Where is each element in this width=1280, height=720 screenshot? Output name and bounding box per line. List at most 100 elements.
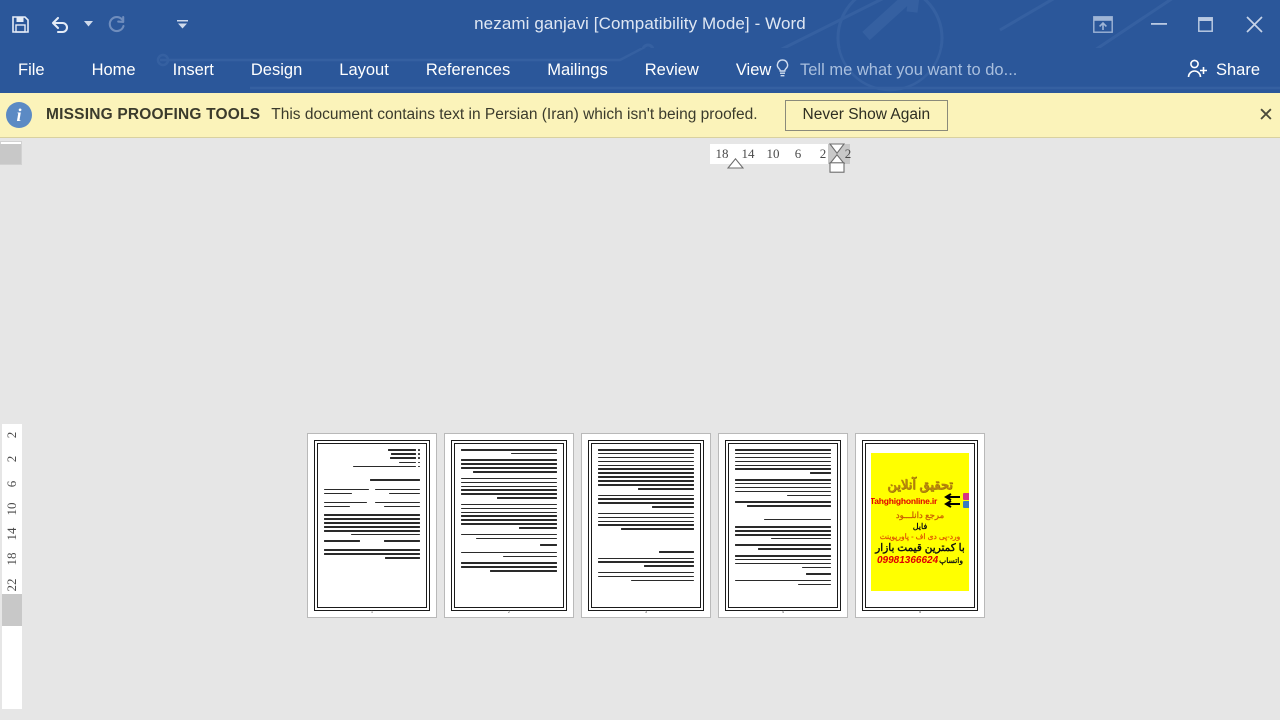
- paragraph: [735, 526, 831, 540]
- verse-block: [324, 540, 420, 544]
- lightbulb-icon: [775, 58, 790, 83]
- page-number: 2: [507, 609, 511, 614]
- page-number: 1: [370, 609, 374, 614]
- social-icon-2: [963, 501, 969, 509]
- notification-title: MISSING PROOFING TOOLS: [46, 106, 261, 123]
- hruler-tick-10: 10: [766, 146, 780, 161]
- list-item: [324, 453, 420, 455]
- tab-insert[interactable]: Insert: [173, 61, 214, 80]
- ribbon-tab-bar: File Home Insert Design Layout Reference…: [0, 48, 1280, 93]
- list-item: [324, 465, 420, 468]
- paragraph: [598, 557, 694, 567]
- list-item: [324, 449, 420, 451]
- arrow-icon: [944, 492, 961, 508]
- advertisement-banner: تحقیق آنلاین Tahghighonline.ir مرجع دانل…: [871, 453, 969, 591]
- paragraph: [598, 571, 694, 582]
- ribbon-tabs: File Home Insert Design Layout Reference…: [18, 48, 808, 93]
- tab-view[interactable]: View: [736, 61, 771, 80]
- paragraph: [598, 494, 694, 508]
- vruler-tick-14: 14: [4, 527, 19, 541]
- share-button[interactable]: Share: [1181, 48, 1266, 93]
- vruler-tick-2a: 2: [4, 431, 19, 439]
- paragraph: [735, 544, 831, 550]
- page-border-inner: [728, 443, 838, 608]
- page-border-inner: [454, 443, 564, 608]
- paragraph: [461, 459, 557, 473]
- page-number: 3: [644, 609, 648, 614]
- page-thumbnail-2[interactable]: 2: [444, 433, 574, 618]
- page-border-inner: تحقیق آنلاین Tahghighonline.ir مرجع دانل…: [865, 443, 975, 608]
- ad-contact: واتساپ 09981366624: [877, 555, 963, 566]
- paragraph: [598, 449, 694, 490]
- vertical-ruler-margin-bottom: [2, 594, 22, 626]
- share-person-icon: [1187, 59, 1208, 83]
- ad-reference: مرجع دانلـــود: [895, 509, 945, 520]
- page-thumbnail-1[interactable]: 1: [307, 433, 437, 618]
- maximize-icon[interactable]: [1182, 0, 1228, 48]
- ribbon-display-options-icon[interactable]: [1070, 0, 1136, 48]
- hruler-tick-6: 6: [794, 146, 802, 161]
- close-icon[interactable]: [1228, 0, 1280, 48]
- page-border-outer: [451, 440, 567, 611]
- page-border-outer: [314, 440, 430, 611]
- vruler-tick-22: 22: [4, 578, 19, 592]
- paragraph-indent-box-marker[interactable]: [829, 160, 845, 178]
- tell-me-box[interactable]: Tell me what you want to do...: [775, 48, 1017, 93]
- paragraph: [735, 478, 831, 497]
- first-line-indent-marker[interactable]: [726, 156, 745, 174]
- tab-references[interactable]: References: [426, 61, 510, 80]
- paragraph: [461, 449, 557, 455]
- notification-message: This document contains text in Persian (…: [271, 106, 758, 123]
- document-workspace: 18 14 10 6 2 2 2 2 6 10 14 18 22 1 2 3 4…: [0, 139, 1280, 720]
- info-icon: i: [6, 102, 32, 128]
- paragraph: [461, 533, 557, 540]
- paragraph: [461, 503, 557, 529]
- paragraph: [735, 554, 831, 569]
- tab-review[interactable]: Review: [645, 61, 699, 80]
- tab-mailings[interactable]: Mailings: [547, 61, 608, 80]
- vruler-tick-10: 10: [4, 502, 19, 516]
- close-notification-icon[interactable]: ✕: [1254, 103, 1278, 127]
- tab-file[interactable]: File: [18, 61, 45, 80]
- paragraph: [324, 549, 420, 559]
- ad-whatsapp-label: واتساپ: [939, 555, 964, 565]
- paragraph: [461, 562, 557, 572]
- page-border-outer: [725, 440, 841, 611]
- ad-phone-number: 09981366624: [876, 554, 939, 566]
- vruler-tick-2b: 2: [4, 455, 19, 463]
- verse-block: [324, 488, 420, 497]
- window-controls: [1070, 0, 1280, 48]
- missing-proofing-tools-bar: i MISSING PROOFING TOOLS This document c…: [0, 93, 1280, 138]
- tab-layout[interactable]: Layout: [339, 61, 389, 80]
- page-border-inner: [591, 443, 701, 608]
- page-border-inner: [317, 443, 427, 608]
- paragraph: [461, 477, 557, 499]
- verse-block: [324, 501, 420, 510]
- minimize-icon[interactable]: [1136, 0, 1182, 48]
- page-thumbnail-row: 1 2 3 4 تحقیق آنلاین Tahghighonline.ir م…: [307, 433, 985, 618]
- never-show-again-button[interactable]: Never Show Again: [784, 99, 949, 131]
- ad-file-label: فایل: [912, 521, 928, 531]
- ad-title: تحقیق آنلاین: [887, 477, 953, 493]
- ad-formats: ورد-پی دی اف - پاورپوینت: [879, 531, 961, 541]
- paragraph: [735, 579, 831, 586]
- page-border-outer: تحقیق آنلاین Tahghighonline.ir مرجع دانل…: [862, 440, 978, 611]
- list-item: [324, 461, 420, 464]
- page-number: 5: [918, 609, 922, 614]
- tab-design[interactable]: Design: [251, 61, 302, 80]
- share-label: Share: [1215, 61, 1260, 79]
- tab-home[interactable]: Home: [92, 61, 136, 80]
- page-thumbnail-5[interactable]: تحقیق آنلاین Tahghighonline.ir مرجع دانل…: [855, 433, 985, 618]
- page-border-outer: [588, 440, 704, 611]
- vruler-tick-18: 18: [4, 552, 19, 566]
- social-icon-1: [963, 493, 969, 501]
- paragraph: [598, 512, 694, 530]
- page-thumbnail-3[interactable]: 3: [581, 433, 711, 618]
- ad-price: با کمترین قیمت بازار: [875, 541, 965, 554]
- title-bar: nezami ganjavi [Compatibility Mode] - Wo…: [0, 0, 1280, 48]
- paragraph: [461, 551, 557, 558]
- tell-me-label: Tell me what you want to do...: [800, 61, 1018, 79]
- page-thumbnail-4[interactable]: 4: [718, 433, 848, 618]
- paragraph: [735, 501, 831, 507]
- paragraph: [735, 449, 831, 474]
